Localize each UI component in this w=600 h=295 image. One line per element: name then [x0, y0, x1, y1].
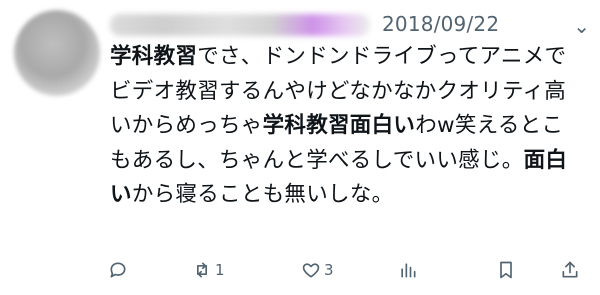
- like-button[interactable]: 3: [301, 256, 334, 284]
- reply-button[interactable]: [108, 256, 131, 284]
- tweet-text: 学科教習でさ、ドンドンドライブってアニメでビデオ教習するんやけどなかなかクオリテ…: [110, 40, 585, 213]
- views-icon: [401, 263, 416, 278]
- retweet-button[interactable]: 1: [192, 256, 225, 284]
- views-button[interactable]: [398, 256, 418, 284]
- share-button[interactable]: [560, 256, 580, 284]
- bookmark-button[interactable]: [496, 256, 516, 284]
- avatar[interactable]: [14, 10, 100, 96]
- text-segment: 学科教習面白い: [262, 113, 416, 138]
- action-bar: 1 3: [108, 256, 588, 284]
- more-options-icon[interactable]: ⌄: [573, 14, 590, 38]
- share-icon: [562, 261, 578, 278]
- heart-icon: [302, 263, 320, 278]
- bookmark-icon: [500, 261, 512, 279]
- retweet-count: 1: [215, 261, 225, 279]
- reply-icon: [110, 262, 126, 278]
- like-count: 3: [324, 261, 334, 279]
- tweet-date[interactable]: 2018/09/22: [382, 12, 499, 36]
- tweet-header: 2018/09/22 ⌄: [110, 8, 590, 42]
- retweet-icon: [197, 262, 207, 278]
- text-segment: 学科教習: [110, 44, 198, 69]
- text-segment: から寝ることも無いしな。: [131, 182, 394, 207]
- author-name-blurred[interactable]: [110, 14, 370, 36]
